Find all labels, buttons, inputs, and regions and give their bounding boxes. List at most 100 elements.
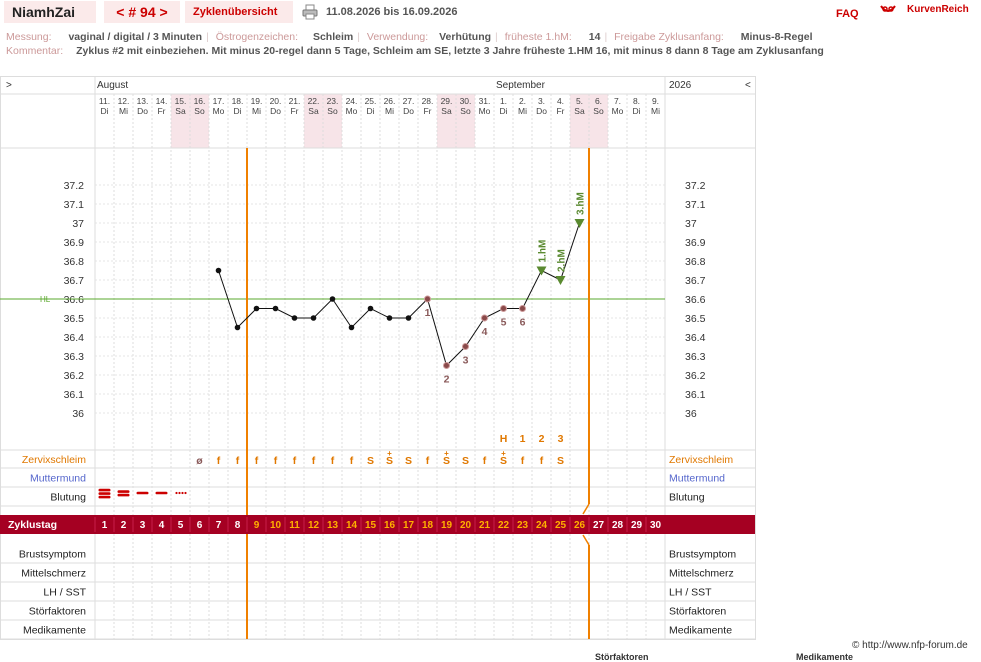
peak-count-label: 2	[539, 433, 545, 445]
row-label-right-mittel[interactable]: Mittelschmerz	[669, 568, 734, 580]
y-tick-label: 37	[72, 218, 84, 230]
row-label-right-lh[interactable]: LH / SST	[669, 587, 712, 599]
bleeding-mark[interactable]	[98, 488, 111, 492]
mucus-value[interactable]: S	[557, 455, 564, 467]
mucus-value[interactable]: f	[331, 455, 335, 467]
day-number-label: 8.	[633, 96, 640, 106]
mucus-value[interactable]: f	[521, 455, 525, 467]
lower-measurement-point[interactable]	[519, 305, 526, 312]
day-number-label: 29.	[441, 96, 453, 106]
temperature-point[interactable]	[348, 324, 355, 331]
weekday-label: Di	[632, 106, 640, 116]
lower-measurement-point[interactable]	[481, 314, 488, 322]
y-tick-label-right: 37.1	[685, 199, 706, 211]
cycle-day-number: 4	[159, 520, 165, 531]
temperature-point[interactable]	[329, 296, 336, 302]
bleeding-mark[interactable]	[136, 491, 149, 495]
lower-measurement-point[interactable]	[500, 305, 507, 312]
mucus-value[interactable]: S	[405, 455, 412, 467]
bleeding-mark[interactable]	[117, 490, 130, 493]
cycle-day-number: 30	[650, 520, 662, 531]
y-tick-label: 36	[72, 408, 84, 420]
row-label-mutt[interactable]: Muttermund	[30, 473, 86, 485]
bleeding-spot-mark[interactable]	[178, 491, 181, 495]
bleeding-mark[interactable]	[155, 491, 168, 495]
row-label-right-blut[interactable]: Blutung	[669, 492, 705, 504]
day-number-label: 7.	[614, 96, 621, 106]
temperature-point[interactable]	[386, 315, 393, 321]
bleeding-spot-mark[interactable]	[184, 491, 187, 495]
mucus-value[interactable]: f	[236, 455, 240, 467]
y-tick-label-right: 36	[685, 408, 697, 420]
weekday-label: Sa	[441, 106, 452, 116]
day-number-label: 11.	[99, 96, 110, 106]
bleeding-spot-mark[interactable]	[181, 491, 184, 495]
cycle-day-number: 26	[574, 520, 586, 531]
cycle-day-bar-label: Zyklustag	[8, 519, 57, 531]
row-label-stoer[interactable]: Störfaktoren	[29, 606, 86, 618]
mucus-value[interactable]: f	[426, 455, 430, 467]
mucus-value[interactable]: f	[312, 455, 316, 467]
row-label-right-mutt[interactable]: Muttermund	[669, 473, 725, 485]
temperature-point[interactable]	[215, 267, 222, 274]
lower-measurement-label: 2	[444, 374, 450, 386]
row-label-brust[interactable]: Brustsymptom	[19, 549, 86, 561]
chart-nav-right-button[interactable]: <	[745, 80, 751, 91]
weekday-label: Mo	[612, 106, 624, 116]
copyright[interactable]: © http://www.nfp-forum.de	[852, 640, 968, 651]
mucus-value[interactable]: f	[540, 455, 544, 467]
lower-measurement-point[interactable]	[424, 295, 431, 303]
mucus-value[interactable]: S	[462, 455, 469, 467]
weekday-label: Fr	[556, 106, 564, 116]
weekday-label: So	[460, 106, 471, 116]
cycle-day-number: 17	[403, 520, 415, 531]
mucus-value[interactable]: f	[255, 455, 259, 467]
day-number-label: 5.	[576, 96, 583, 106]
temperature-point[interactable]	[367, 305, 374, 312]
day-number-label: 21.	[289, 96, 301, 106]
mucus-value[interactable]: f	[293, 455, 297, 467]
temperature-point[interactable]	[291, 315, 298, 321]
day-number-label: 30.	[460, 96, 472, 106]
mucus-value[interactable]: f	[350, 455, 354, 467]
day-number-label: 31.	[479, 96, 491, 106]
mucus-value[interactable]: f	[483, 455, 487, 467]
row-label-zerv[interactable]: Zervixschleim	[22, 454, 86, 466]
bleeding-spot-mark[interactable]	[175, 491, 178, 495]
chart-nav-left-button[interactable]: >	[6, 80, 12, 91]
weekday-label: Fr	[157, 106, 165, 116]
weekday-label: So	[593, 106, 604, 116]
row-label-right-medi[interactable]: Medikamente	[669, 625, 732, 637]
temperature-point[interactable]	[310, 315, 317, 321]
y-tick-label-right: 36.2	[685, 370, 706, 382]
y-tick-label: 37.2	[64, 180, 85, 192]
bleeding-mark[interactable]	[98, 495, 111, 499]
temperature-point[interactable]	[234, 324, 241, 331]
weekday-label: Sa	[574, 106, 585, 116]
bleeding-mark[interactable]	[98, 492, 111, 495]
lower-measurement-point[interactable]	[443, 362, 450, 369]
cycle-day-number: 5	[178, 520, 184, 531]
lower-measurement-point[interactable]	[462, 343, 469, 350]
temperature-point[interactable]	[253, 305, 260, 312]
row-label-mittel[interactable]: Mittelschmerz	[21, 568, 86, 580]
lower-measurement-label: 1	[425, 307, 431, 319]
row-label-blut[interactable]: Blutung	[50, 492, 86, 504]
y-tick-label-right: 36.6	[685, 294, 706, 306]
mucus-value[interactable]: f	[274, 455, 278, 467]
peak-count-label: 3	[558, 433, 564, 445]
row-label-lh[interactable]: LH / SST	[43, 587, 86, 599]
row-label-right-zerv[interactable]: Zervixschleim	[669, 454, 733, 466]
lower-measurement-label: 3	[463, 355, 469, 367]
row-label-right-stoer[interactable]: Störfaktoren	[669, 606, 726, 618]
y-tick-label-right: 36.4	[685, 332, 706, 344]
mucus-value[interactable]: f	[217, 455, 221, 467]
temperature-point[interactable]	[405, 315, 412, 321]
mucus-value[interactable]: S	[367, 455, 374, 467]
day-number-label: 14.	[156, 96, 168, 106]
row-label-medi[interactable]: Medikamente	[23, 625, 86, 637]
bleeding-mark[interactable]	[117, 493, 130, 497]
temperature-point[interactable]	[272, 305, 279, 312]
mucus-value[interactable]: ø	[196, 455, 203, 467]
row-label-right-brust[interactable]: Brustsymptom	[669, 549, 736, 561]
